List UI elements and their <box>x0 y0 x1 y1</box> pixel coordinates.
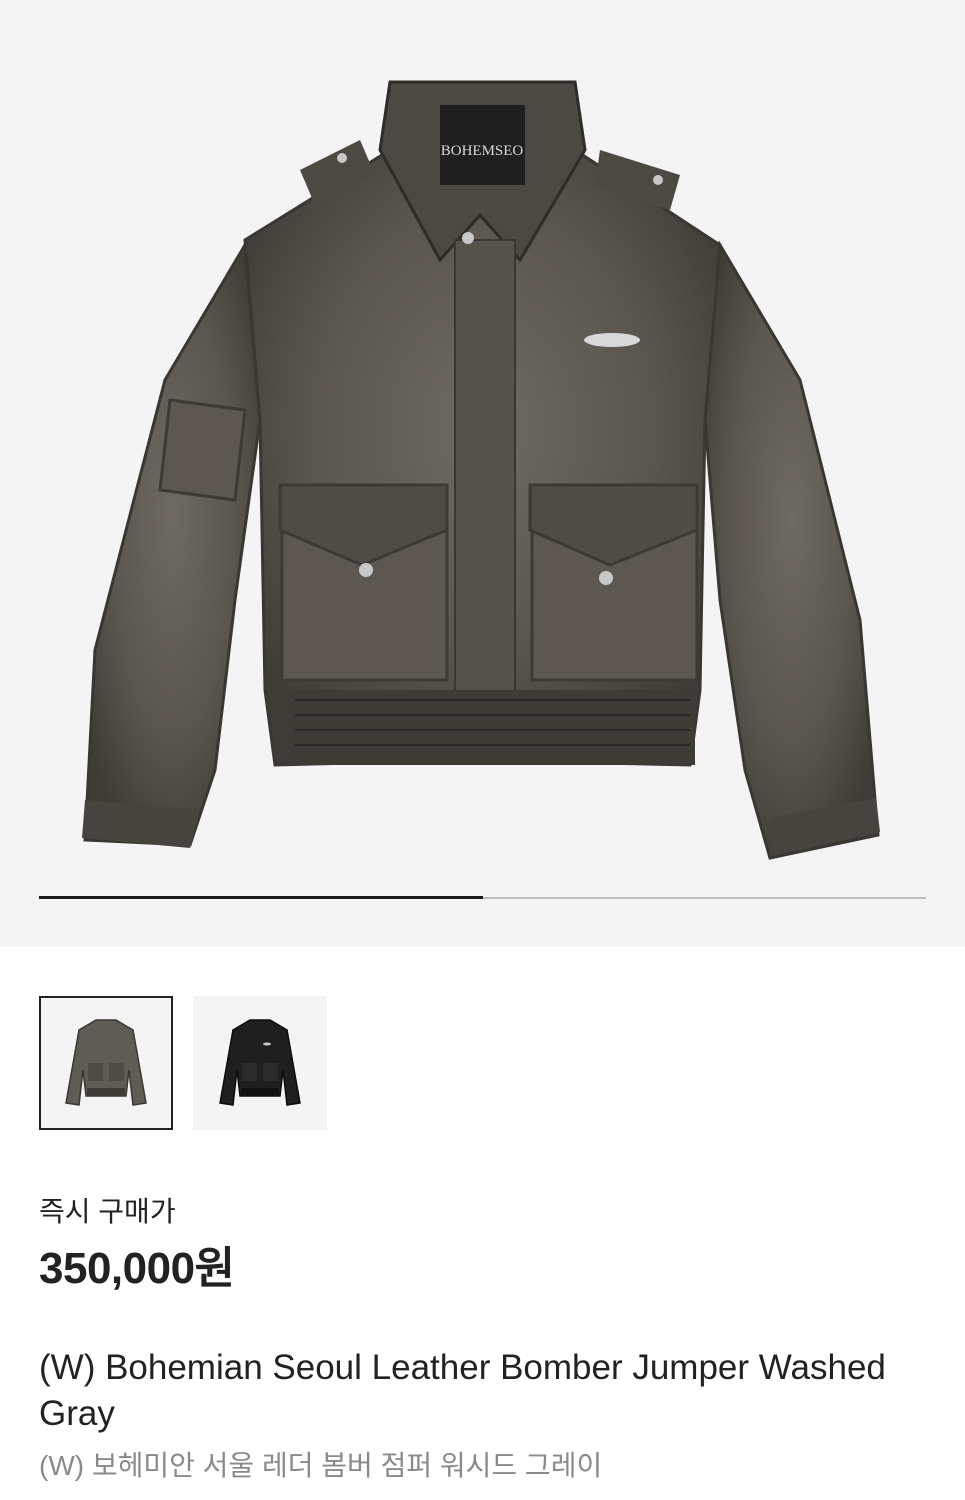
instant-buy-price-label: 즉시 구매가 <box>39 1196 176 1227</box>
thumbnail-black[interactable] <box>193 996 327 1130</box>
price: 350,000원 <box>39 1244 235 1293</box>
jacket-gray-thumb-image <box>65 1019 147 1106</box>
carousel-progress-fill <box>39 896 483 899</box>
thumbnail-washed-gray[interactable] <box>39 996 173 1130</box>
jacket-black-thumb-image <box>219 1019 301 1106</box>
product-image-hero[interactable]: BOHEMSEO <box>0 0 965 947</box>
product-title: (W) Bohemian Seoul Leather Bomber Jumper… <box>39 1348 886 1433</box>
carousel-progress-track <box>39 896 926 899</box>
jacket-main-image: BOHEMSEO <box>82 80 880 860</box>
thumbnail-list <box>39 996 327 1130</box>
brand-tag: BOHEMSEO <box>441 143 524 159</box>
product-subtitle: (W) 보헤미안 서울 레더 봄버 점퍼 워시드 그레이 <box>39 1450 603 1481</box>
